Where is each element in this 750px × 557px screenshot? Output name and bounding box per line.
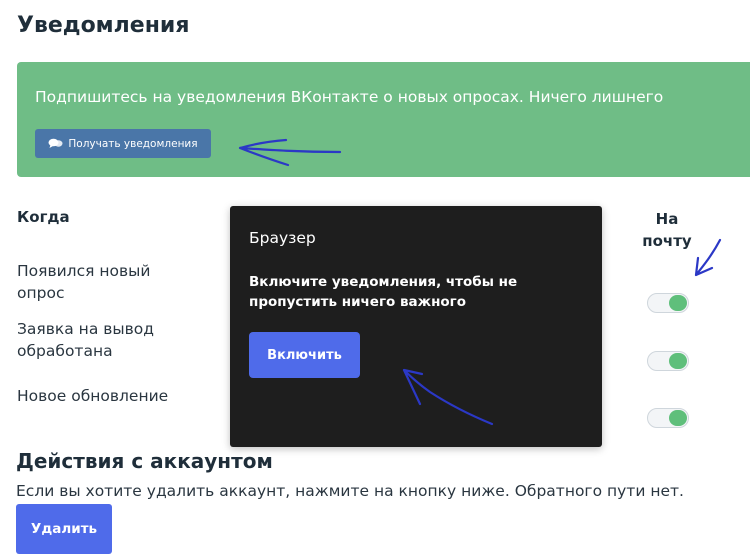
- row-label-withdrawal: Заявка на вывод обработана: [17, 320, 154, 360]
- column-email: На почту: [642, 210, 692, 250]
- vk-subscribe-button[interactable]: Получать уведомления: [35, 129, 211, 158]
- email-toggle-new-update[interactable]: [647, 408, 689, 428]
- popup-text: Включите уведомления, чтобы не пропустит…: [249, 274, 518, 310]
- enable-notifications-button[interactable]: Включить: [249, 332, 360, 378]
- column-when: Когда: [17, 208, 70, 226]
- toggle-knob: [669, 410, 687, 426]
- vk-subscribe-banner: Подпишитесь на уведомления ВКонтакте о н…: [17, 62, 750, 177]
- delete-account-button[interactable]: Удалить: [16, 504, 112, 554]
- row-label-new-poll: Появился новый опрос: [17, 262, 151, 302]
- browser-notification-popup: Браузер Включите уведомления, чтобы не п…: [230, 206, 602, 447]
- vk-subscribe-label: Получать уведомления: [68, 137, 198, 150]
- row-label-new-update: Новое обновление: [17, 387, 169, 405]
- page-title: Уведомления: [17, 13, 190, 38]
- popup-title: Браузер: [249, 229, 316, 247]
- settings-page: Уведомления Подпишитесь на уведомления В…: [0, 0, 750, 557]
- account-delete-text: Если вы хотите удалить аккаунт, нажмите …: [16, 482, 684, 500]
- account-section-title: Действия с аккаунтом: [16, 449, 273, 473]
- email-toggle-new-poll[interactable]: [647, 293, 689, 313]
- toggle-knob: [669, 295, 687, 311]
- banner-text: Подпишитесь на уведомления ВКонтакте о н…: [35, 88, 664, 106]
- chat-bubbles-icon: [48, 138, 63, 149]
- email-toggle-withdrawal[interactable]: [647, 351, 689, 371]
- toggle-knob: [669, 353, 687, 369]
